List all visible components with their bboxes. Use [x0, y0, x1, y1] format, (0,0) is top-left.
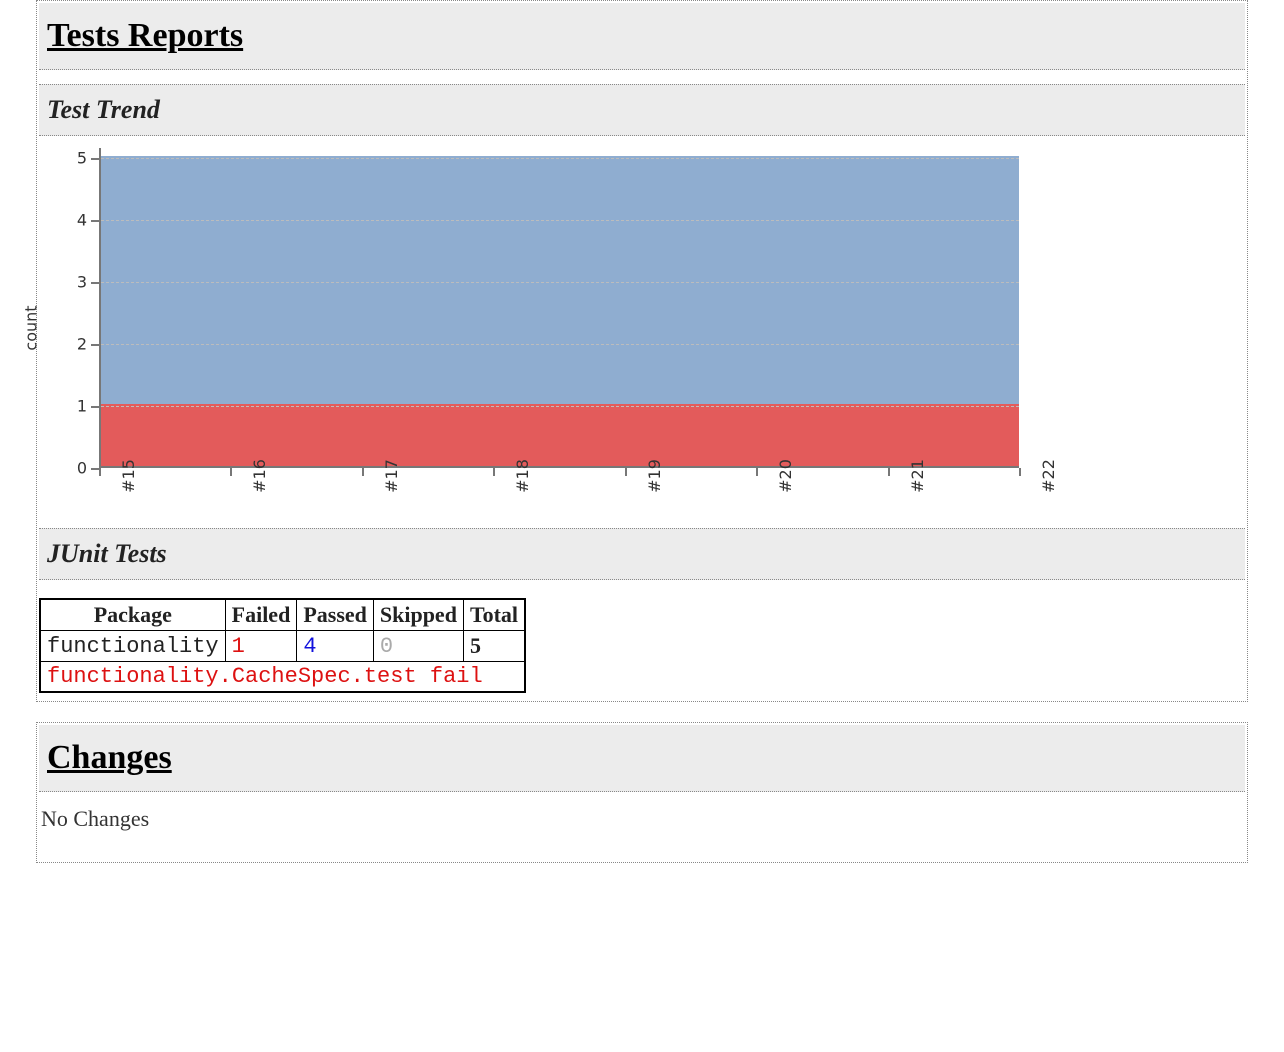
xtick-label: #20: [756, 459, 795, 493]
junit-header: JUnit Tests: [39, 528, 1245, 580]
cell-total: 5: [463, 631, 525, 662]
col-skipped: Skipped: [373, 599, 463, 631]
junit-title: JUnit Tests: [47, 539, 1237, 569]
chart-ylabel: count: [22, 305, 41, 350]
xtick-label: #19: [625, 459, 664, 493]
cell-passed: 4: [297, 631, 374, 662]
changes-title-link[interactable]: Changes: [47, 739, 172, 776]
ytick-label: 5: [71, 149, 87, 168]
xtick-label: #16: [230, 459, 269, 493]
failure-row: functionality.CacheSpec.test fail: [40, 662, 525, 693]
col-package: Package: [40, 599, 225, 631]
test-trend-title: Test Trend: [47, 95, 1237, 125]
col-passed: Passed: [297, 599, 374, 631]
table-row: functionality 1 4 0 5: [40, 631, 525, 662]
ytick-label: 4: [71, 211, 87, 230]
xtick-label: #22: [1019, 459, 1058, 493]
test-trend-chart: count 012345 #15#16#17#18#19#20#21#22: [39, 148, 1245, 508]
chart-area-passed: [101, 156, 1019, 404]
ytick-label: 3: [71, 273, 87, 292]
changes-header: Changes: [39, 725, 1245, 792]
failure-text: functionality.CacheSpec.test fail: [40, 662, 525, 693]
xtick-label: #21: [888, 459, 927, 493]
ytick-label: 2: [71, 335, 87, 354]
xtick-label: #17: [362, 459, 401, 493]
ytick-label: 0: [71, 459, 87, 478]
cell-package: functionality: [40, 631, 225, 662]
chart-area-failed: [101, 404, 1019, 466]
cell-skipped: 0: [373, 631, 463, 662]
col-total: Total: [463, 599, 525, 631]
ytick-label: 1: [71, 397, 87, 416]
col-failed: Failed: [225, 599, 297, 631]
xtick-label: #15: [99, 459, 138, 493]
junit-table: Package Failed Passed Skipped Total func…: [39, 598, 526, 693]
test-trend-header: Test Trend: [39, 84, 1245, 136]
changes-section: Changes No Changes: [36, 722, 1248, 863]
xtick-label: #18: [493, 459, 532, 493]
cell-failed: 1: [225, 631, 297, 662]
changes-body: No Changes: [39, 792, 1245, 860]
tests-reports-section: Tests Reports Test Trend count 012345 #1…: [36, 0, 1248, 702]
tests-reports-header: Tests Reports: [39, 3, 1245, 70]
tests-reports-title-link[interactable]: Tests Reports: [47, 17, 243, 54]
junit-header-row: Package Failed Passed Skipped Total: [40, 599, 525, 631]
